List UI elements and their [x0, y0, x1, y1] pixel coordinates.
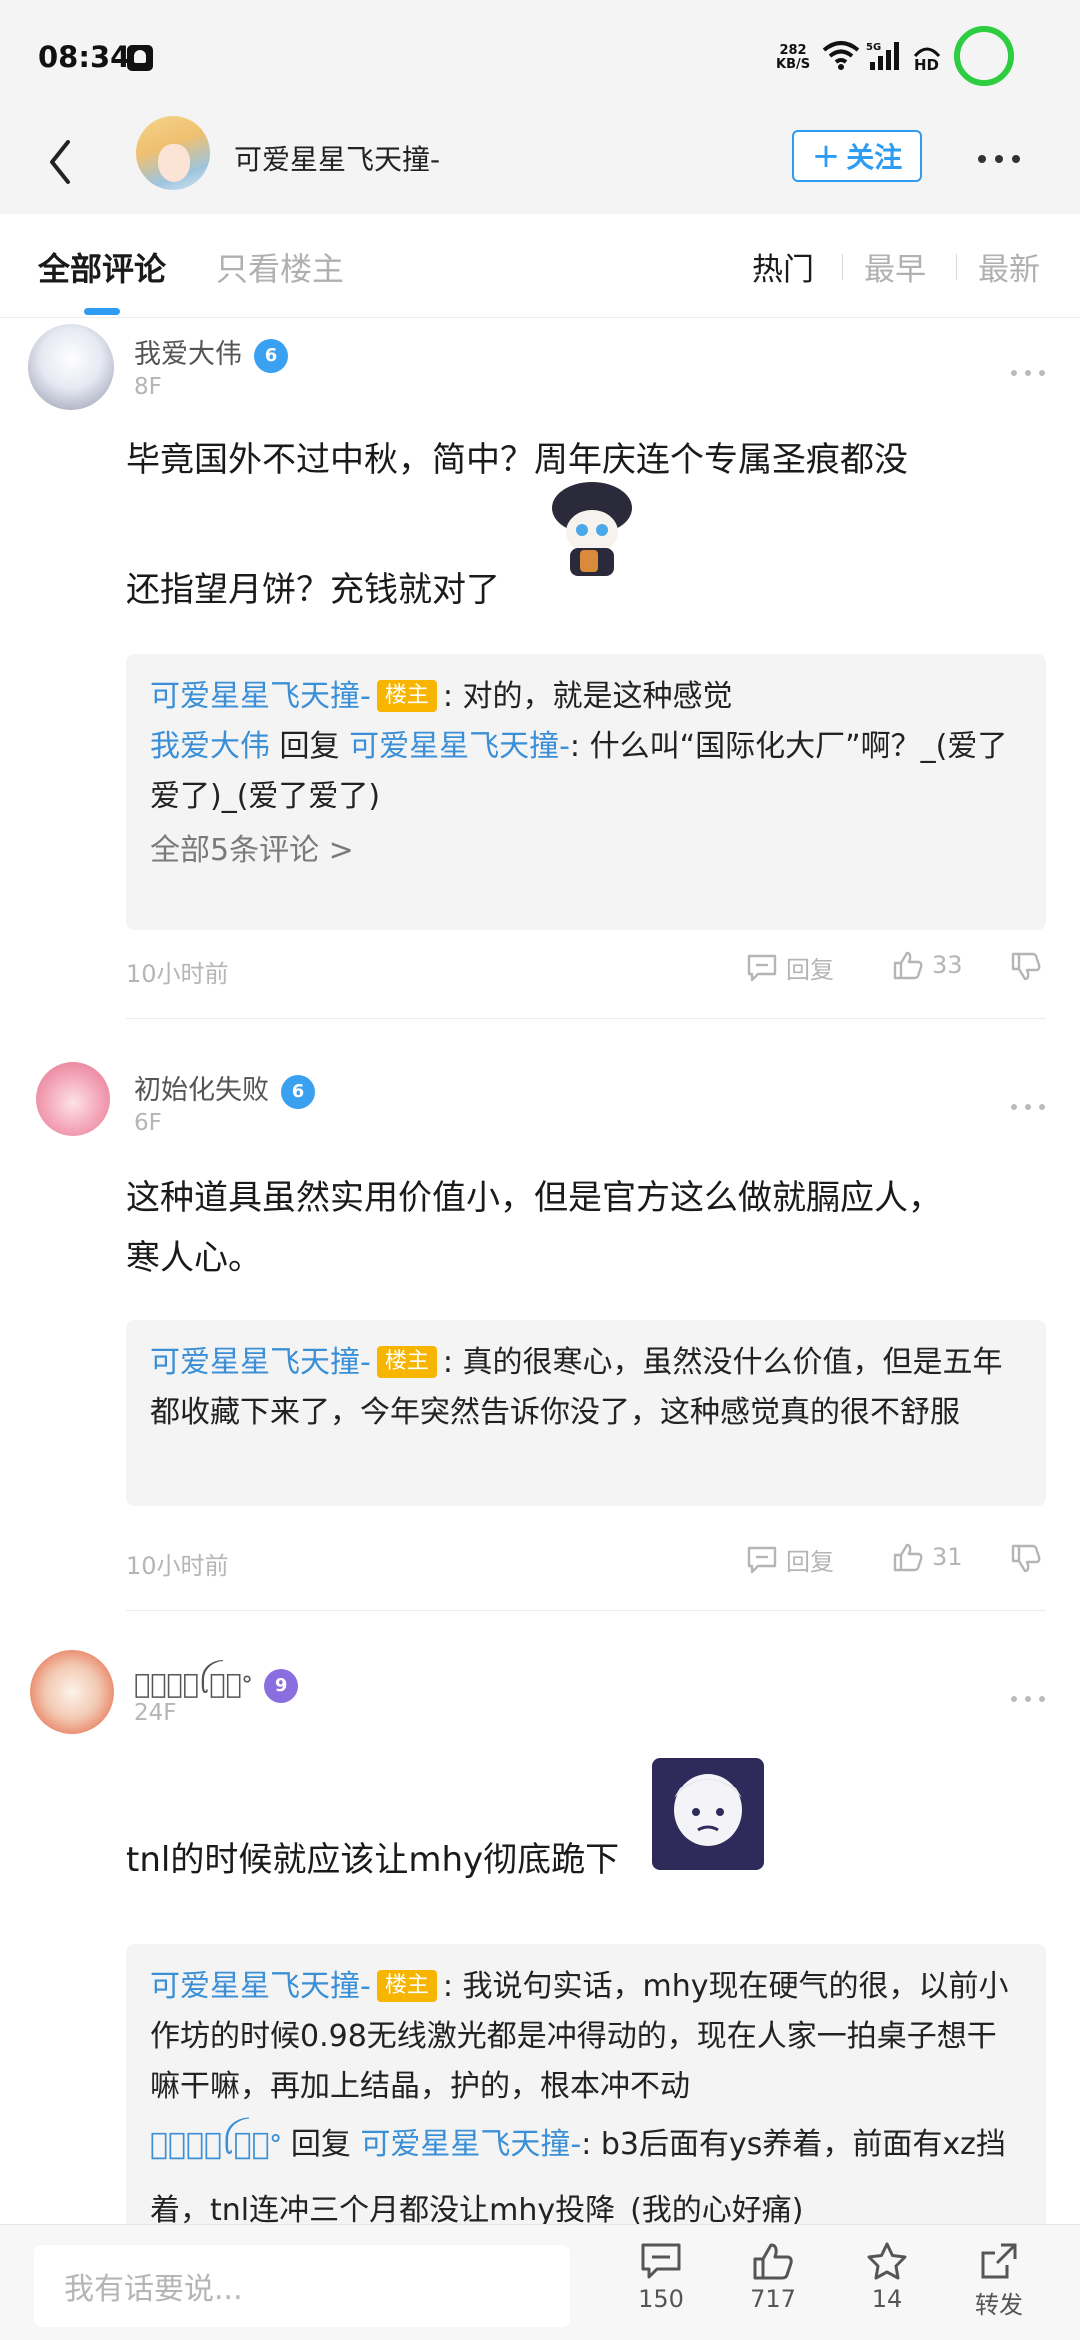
share-icon — [981, 2243, 1017, 2279]
cellular-signal-icon: 5G — [866, 42, 899, 70]
thumbs-down-icon[interactable] — [1010, 1544, 1042, 1574]
sort-separator — [956, 254, 957, 280]
level-badge: 6 — [281, 1074, 315, 1109]
comment-time: 10小时前 — [126, 1552, 229, 1580]
bottom-action-bar: 我有话要说... 150 717 14 转发 — [0, 2224, 1080, 2340]
reply-item: 可爱星星飞天撞- 楼主: 真的很寒心，虽然没什么价值，但是五年都收藏下来了，今年突… — [150, 1345, 1003, 1430]
comment-filter-bar: 全部评论 只看楼主 热门 最早 最新 — [0, 214, 1080, 318]
reply-author[interactable]: 我爱大伟 — [150, 729, 270, 764]
reply-button[interactable]: 回复 — [746, 1542, 834, 1577]
comment-more-icon[interactable] — [1010, 1694, 1046, 1704]
commenter-avatar[interactable] — [30, 1650, 114, 1734]
comments-button[interactable]: 150 — [616, 2241, 706, 2313]
comment-input[interactable]: 我有话要说... — [34, 2245, 570, 2327]
like-button[interactable]: 33 — [892, 950, 963, 980]
thumbs-up-icon — [893, 1543, 923, 1572]
tab-all-comments[interactable]: 全部评论 — [38, 244, 166, 290]
commenter-avatar[interactable] — [28, 324, 114, 410]
level-badge: 6 — [254, 338, 288, 373]
more-options-icon[interactable] — [974, 144, 1024, 174]
share-button[interactable]: 转发 — [954, 2241, 1044, 2320]
reply-bubble-icon — [747, 954, 777, 981]
chevron-right-icon: > — [319, 833, 354, 868]
reply-author[interactable]: 无᷂名᷂ꪶ氏᷂ᐤ — [150, 2127, 281, 2162]
plus-icon: + — [811, 136, 841, 176]
reply-preview-box[interactable]: 可爱星星飞天撞- 楼主: 我说句实话，mhy现在硬气的很，以前小作坊的时候0.98… — [126, 1944, 1046, 2244]
floor-number: 24F — [134, 1700, 177, 1726]
top-app-bar: 可爱星星飞天撞- + 关注 — [0, 110, 1080, 214]
comment-text: 毕竟国外不过中秋，简中？周年庆连个专属圣痕都没 还指望月饼？充钱就对了 — [126, 440, 908, 610]
reply-preview-box[interactable]: 可爱星星飞天撞- 楼主: 真的很寒心，虽然没什么价值，但是五年都收藏下来了，今年突… — [126, 1320, 1046, 1506]
svg-text:5G: 5G — [866, 42, 881, 53]
sticker-image — [552, 482, 632, 576]
sort-hot[interactable]: 热门 — [752, 244, 814, 289]
comment-more-icon[interactable] — [1010, 368, 1046, 378]
owner-tag: 楼主 — [376, 1970, 437, 2002]
sticker-image — [652, 1758, 764, 1870]
comment-text: 这种道具虽然实用价值小，但是官方这么做就膈应人，寒人心。 — [126, 1178, 942, 1278]
svg-text:HD: HD — [914, 56, 939, 72]
sort-separator — [842, 254, 843, 280]
star-icon — [867, 2242, 907, 2280]
floor-number: 8F — [134, 374, 162, 400]
tab-owner-only[interactable]: 只看楼主 — [216, 244, 344, 290]
comment-divider — [126, 1018, 1046, 1019]
floor-number: 6F — [134, 1110, 162, 1136]
thumbs-down-icon[interactable] — [1010, 952, 1042, 982]
comment-bubble-icon — [641, 2243, 681, 2279]
like-button[interactable]: 31 — [892, 1542, 963, 1572]
reply-bubble-icon — [747, 1546, 777, 1573]
reply-target[interactable]: 可爱星星飞天撞- — [360, 2127, 581, 2162]
author-name[interactable]: 可爱星星飞天撞- — [234, 138, 440, 178]
reply-preview-box[interactable]: 可爱星星飞天撞- 楼主: 对的，就是这种感觉 我爱大伟 回复 可爱星星飞天撞-: … — [126, 654, 1046, 930]
status-time: 08:34 — [38, 40, 131, 74]
author-avatar[interactable] — [136, 116, 210, 190]
wifi-icon — [822, 41, 860, 70]
thumbs-up-icon — [893, 951, 923, 980]
commenter-name[interactable]: 初始化失败 6 — [134, 1068, 315, 1109]
comment-divider — [126, 1610, 1046, 1611]
hd-call-icon: HD — [913, 47, 941, 72]
owner-tag: 楼主 — [376, 1346, 437, 1378]
reply-target[interactable]: 可爱星星飞天撞- — [349, 729, 570, 764]
level-badge: 9 — [264, 1668, 299, 1703]
comment-more-icon[interactable] — [1010, 1102, 1046, 1112]
follow-button[interactable]: + 关注 — [792, 130, 922, 182]
tab-active-indicator — [84, 308, 120, 315]
view-all-replies-link[interactable]: 全部5条评论 > — [150, 826, 1022, 876]
like-post-button[interactable]: 717 — [728, 2241, 818, 2313]
battery-ring-icon — [954, 26, 1014, 86]
reply-button[interactable]: 回复 — [746, 950, 834, 985]
comment-time: 10小时前 — [126, 960, 229, 988]
reply-author[interactable]: 可爱星星飞天撞- — [150, 1345, 371, 1380]
comment-footer: 10小时前 回复 31 — [126, 1542, 1046, 1582]
commenter-name[interactable]: 我爱大伟 6 — [134, 332, 288, 373]
comment-footer: 10小时前 回复 33 — [126, 950, 1046, 990]
reply-item: 我爱大伟 回复 可爱星星飞天撞-: 什么叫“国际化大厂”啊？_(爱了爱了)_(爱… — [150, 729, 1008, 814]
reply-item: 可爱星星飞天撞- 楼主: 我说句实话，mhy现在硬气的很，以前小作坊的时候0.98… — [150, 1969, 1009, 2104]
sort-earliest[interactable]: 最早 — [864, 244, 926, 289]
comment-text: tnl的时候就应该让mhy彻底跪下 — [126, 1758, 1006, 1890]
commenter-avatar[interactable] — [36, 1062, 110, 1136]
reply-author[interactable]: 可爱星星飞天撞- — [150, 1969, 371, 2004]
owner-tag: 楼主 — [376, 680, 437, 712]
favorite-button[interactable]: 14 — [842, 2241, 932, 2313]
reply-author[interactable]: 可爱星星飞天撞- — [150, 679, 371, 714]
notification-icon — [127, 45, 153, 71]
thumbs-up-icon — [753, 2243, 793, 2280]
network-speed: 282 KB/S — [776, 43, 811, 72]
status-bar: 08:34 282 KB/S 5G HD — [0, 0, 1080, 110]
back-arrow-icon[interactable] — [40, 132, 100, 192]
sort-newest[interactable]: 最新 — [978, 244, 1040, 289]
reply-item: 可爱星星飞天撞- 楼主: 对的，就是这种感觉 — [150, 679, 733, 714]
